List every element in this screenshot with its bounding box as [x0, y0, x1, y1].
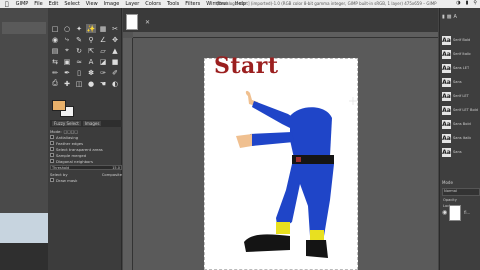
font-preview-icon: Aa	[442, 77, 451, 87]
font-item[interactable]: Aa Sans Bold	[442, 117, 480, 131]
font-icon[interactable]: A	[454, 14, 457, 20]
lower-hand	[236, 134, 252, 148]
font-preview-icon: Aa	[442, 35, 451, 45]
brush-icon[interactable]: ▮	[442, 14, 445, 20]
font-item[interactable]: Aa Serif LET	[442, 89, 480, 103]
layer-thumbnail[interactable]	[449, 205, 461, 221]
font-preview-icon: Aa	[442, 147, 451, 157]
font-name: Serif LET	[453, 94, 469, 98]
eye-icon[interactable]: ◉	[442, 209, 447, 216]
layers-mode-label: Mode	[442, 180, 453, 185]
font-item[interactable]: Aa Serif Bold	[442, 33, 480, 47]
font-item[interactable]: Aa Serif Italic	[442, 47, 480, 61]
font-preview-icon: Aa	[442, 133, 451, 143]
font-item[interactable]: Aa Sans	[442, 145, 480, 159]
font-name: Sans	[453, 80, 462, 84]
font-item[interactable]: Aa Sans	[442, 75, 480, 89]
torso	[290, 107, 332, 158]
left-sock	[276, 222, 290, 234]
font-preview-icon: Aa	[442, 119, 451, 129]
left-shoe	[244, 234, 290, 252]
belt-buckle	[296, 157, 301, 162]
layers-mode-dropdown[interactable]: Normal	[442, 188, 480, 196]
right-dock: ▮ ▩ A Aa Serif Bold Aa Serif Italic Aa Sans…	[439, 8, 480, 270]
font-list: Aa Serif Bold Aa Serif Italic Aa Sans LET A…	[442, 33, 480, 159]
right-shoe	[306, 240, 328, 258]
crosshair-cursor	[349, 97, 357, 105]
lower-arm	[250, 132, 294, 146]
font-item[interactable]: Aa Sans LET	[442, 61, 480, 75]
font-name: Serif Bold	[453, 38, 471, 42]
font-preview-icon: Aa	[442, 49, 451, 59]
font-item[interactable]: Aa Serif LET Bold	[442, 103, 480, 117]
pattern-icon[interactable]: ▩	[447, 14, 452, 20]
dock-tabs: ▮ ▩ A	[440, 8, 480, 26]
font-name: Serif Italic	[453, 52, 472, 56]
start-title-text: Start	[214, 53, 279, 79]
font-name: Sans Bold	[453, 122, 471, 126]
font-name: Sans	[453, 150, 462, 154]
font-name: Serif LET Bold	[453, 108, 478, 112]
font-preview-icon: Aa	[442, 91, 451, 101]
layer-name[interactable]: fi...	[464, 210, 470, 215]
lock-label: Lock	[443, 204, 452, 208]
font-preview-icon: Aa	[442, 105, 451, 115]
figure-drawing	[236, 90, 357, 258]
font-name: Sans Italic	[453, 136, 472, 140]
font-item[interactable]: Aa Sans Italic	[442, 131, 480, 145]
gimp-screen:  GIMP File Edit Select View Image Layer…	[0, 0, 480, 270]
right-sock	[310, 230, 324, 240]
font-preview-icon: Aa	[442, 63, 451, 73]
font-name: Sans LET	[453, 66, 470, 70]
